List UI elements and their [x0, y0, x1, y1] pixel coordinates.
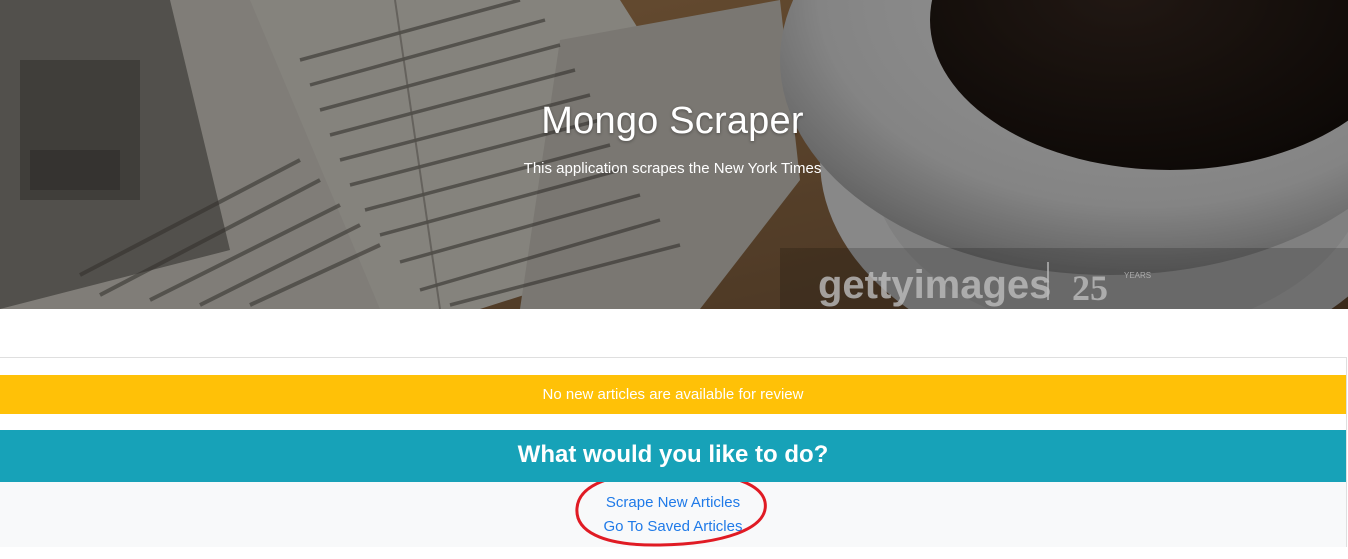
- watermark-years: 25: [1072, 268, 1108, 308]
- page-subtitle: This application scrapes the New York Ti…: [523, 160, 822, 177]
- watermark-years-label: YEARS: [1124, 271, 1151, 280]
- red-highlight-circle: [575, 482, 767, 547]
- hero-background-image: gettyimages 25 YEARS: [0, 0, 1348, 309]
- card-header: What would you like to do?: [0, 430, 1346, 482]
- scrape-new-articles-label[interactable]: Scrape New Articles: [606, 494, 740, 511]
- saved-articles-link[interactable]: Go To Saved Articles: [0, 518, 1346, 535]
- hero-banner: gettyimages 25 YEARS Mongo Scraper This …: [0, 0, 1348, 309]
- watermark-logo: gettyimages: [818, 263, 1051, 307]
- no-articles-alert: No new articles are available for review: [0, 375, 1346, 414]
- actions-card: No new articles are available for review…: [0, 357, 1347, 547]
- saved-articles-label[interactable]: Go To Saved Articles: [604, 518, 743, 535]
- scrape-new-articles-link[interactable]: Scrape New Articles: [0, 494, 1346, 511]
- page-title: Mongo Scraper: [541, 100, 804, 142]
- card-body: Scrape New Articles Go To Saved Articles: [0, 482, 1346, 547]
